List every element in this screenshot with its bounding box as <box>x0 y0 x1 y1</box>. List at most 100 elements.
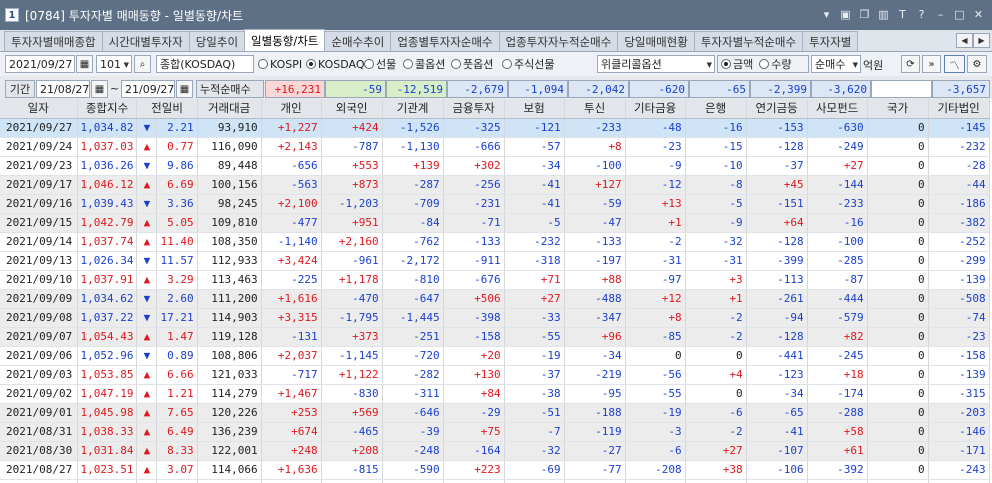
period-to-input[interactable]: 21/09/27 <box>121 80 175 98</box>
column-header[interactable]: 개인 <box>261 99 322 119</box>
tab-item[interactable]: 투자자별누적순매수 <box>693 31 804 51</box>
table-row[interactable]: 2021/09/08 1,037.22 ▼ 17.21 114,903 +3,315 -1,… <box>0 308 990 328</box>
table-row[interactable]: 2021/09/14 1,037.74 ▲ 11.40 108,350 -1,140 +2,… <box>0 232 990 252</box>
market-radio[interactable]: 주식선물 <box>502 55 554 73</box>
column-header[interactable]: 외국인 <box>321 99 383 119</box>
tab-item[interactable]: 당일매매현황 <box>617 31 695 51</box>
market-radio[interactable]: 풋옵션 <box>451 55 493 73</box>
close-icon[interactable]: ✕ <box>971 7 986 22</box>
screen-icon[interactable]: ▣ <box>838 7 853 22</box>
tab-item[interactable]: 투자자별 <box>802 31 859 51</box>
copy-icon[interactable]: ❐ <box>857 7 872 22</box>
column-header[interactable]: 일자 <box>0 99 78 119</box>
column-header[interactable]: 기관계 <box>382 99 444 119</box>
market-radio[interactable]: 선물 <box>364 55 396 73</box>
cell-value: -325 <box>443 118 505 138</box>
column-header[interactable]: 기타법인 <box>928 99 990 119</box>
tab-item[interactable]: 당일추이 <box>188 31 246 51</box>
settings-icon[interactable]: ⚙ <box>967 55 987 73</box>
market-radio[interactable]: KOSDAQ <box>306 55 365 73</box>
table-row[interactable]: 2021/08/31 1,038.33 ▲ 6.49 136,239 +674 -465 -3… <box>0 422 990 442</box>
cell-value: -131 <box>261 327 322 347</box>
cell-value: -508 <box>928 289 990 309</box>
cell-value: -133 <box>564 232 626 252</box>
tab-item[interactable]: 업종투자자누적순매수 <box>498 31 619 51</box>
tab-item[interactable]: 시간대별투자자 <box>101 31 190 51</box>
help-icon[interactable]: ? <box>914 7 929 22</box>
cell-date: 2021/09/03 <box>0 365 78 385</box>
cell-value: -232 <box>504 232 565 252</box>
date-input[interactable]: 2021/09/27 <box>5 55 75 73</box>
tab-prev-icon[interactable]: ◀ <box>956 33 973 48</box>
cum-value: -12,519 <box>386 80 447 98</box>
font-icon[interactable]: T <box>895 7 910 22</box>
down-arrow-icon: ▼ <box>136 346 158 366</box>
column-header[interactable]: 은행 <box>685 99 747 119</box>
cell-value: -347 <box>564 308 626 328</box>
unit-radio[interactable]: 수량 <box>759 56 792 72</box>
table-row[interactable]: 2021/09/24 1,037.03 ▲ 0.77 116,090 +2,143 -787… <box>0 137 990 157</box>
tab-item[interactable]: 일별동향/차트 <box>244 29 326 51</box>
chart-toggle-icon[interactable]: 〽 <box>944 55 965 73</box>
down-arrow-icon: ▼ <box>136 251 158 271</box>
period-from-input[interactable]: 21/08/27 <box>36 80 90 98</box>
tab-bar: 투자자별매매종합 시간대별투자자 당일추이 일별동향/차트 순매수추이 업종별투자자순매수… <box>0 29 992 52</box>
column-header[interactable]: 보험 <box>504 99 565 119</box>
cell-value: -10 <box>685 156 747 176</box>
market-radio[interactable]: 콜옵션 <box>403 55 445 73</box>
menu-down-icon[interactable]: ▾ <box>819 7 834 22</box>
table-row[interactable]: 2021/09/09 1,034.62 ▼ 2.60 111,200 +1,616 -470… <box>0 289 990 309</box>
cell-change: 2.66 <box>156 479 198 483</box>
table-row[interactable]: 2021/08/27 1,023.51 ▲ 3.07 114,066 +1,636 -815… <box>0 460 990 480</box>
cell-value: 0 <box>625 346 686 366</box>
table-row[interactable]: 2021/08/261,020.44▲2.66111,801+1,505-1,1… <box>0 479 990 483</box>
calendar-icon[interactable]: ▦ <box>76 55 93 73</box>
market-radio[interactable]: KOSPI <box>258 55 302 73</box>
tab-item[interactable]: 순매수추이 <box>324 31 392 51</box>
next-page-icon[interactable]: » <box>922 55 941 73</box>
table-row[interactable]: 2021/09/27 1,034.82 ▼ 2.21 93,910 +1,227 +424-… <box>0 118 990 138</box>
radio-icon <box>258 59 268 69</box>
table-row[interactable]: 2021/09/15 1,042.79 ▲ 5.05 109,810 -477 +951 -8… <box>0 213 990 233</box>
minimize-icon[interactable]: – <box>933 7 948 22</box>
unit-radio[interactable]: 금액 <box>721 56 753 72</box>
cell-value: -256 <box>443 175 505 195</box>
column-header[interactable]: 금융투자 <box>443 99 505 119</box>
refresh-icon[interactable]: ⟳ <box>901 55 920 73</box>
column-header[interactable]: 투신 <box>564 99 626 119</box>
table-row[interactable]: 2021/09/03 1,053.85 ▲ 6.66 121,033 -717 +1,122… <box>0 365 990 385</box>
tab-item[interactable]: 투자자별매매종합 <box>4 31 103 51</box>
column-header[interactable]: 거래대금 <box>197 99 262 119</box>
tab-next-icon[interactable]: ▶ <box>973 33 990 48</box>
column-header[interactable]: 종합지수 <box>77 99 138 119</box>
table-row[interactable]: 2021/09/17 1,046.12 ▲ 6.69 100,156 -563 +873 -2… <box>0 175 990 195</box>
cell-value: -11 <box>685 479 747 483</box>
market-code-select[interactable]: 101 ▼ <box>96 55 132 73</box>
search-icon[interactable]: ⌕ <box>134 55 151 73</box>
calendar-from-icon[interactable]: ▦ <box>91 80 108 98</box>
cum-value: -59 <box>325 80 386 98</box>
table-row[interactable]: 2021/09/23 1,036.26 ▼ 9.86 89,448 -656 +553 +13… <box>0 156 990 176</box>
table-row[interactable]: 2021/09/07 1,054.43 ▲ 1.47 119,128 -131 +373 -2… <box>0 327 990 347</box>
tab-item[interactable]: 업종별투자자순매수 <box>390 31 500 51</box>
column-header[interactable]: 사모펀드 <box>807 99 868 119</box>
calendar-to-icon[interactable]: ▦ <box>176 80 193 98</box>
table-row[interactable]: 2021/08/30 1,031.84 ▲ 8.33 122,001 +248 +208 -2… <box>0 441 990 461</box>
table-row[interactable]: 2021/09/01 1,045.98 ▲ 7.65 120,226 +253 +569 -6… <box>0 403 990 423</box>
column-header[interactable]: 연기금등 <box>746 99 808 119</box>
cell-value: -158 <box>928 346 990 366</box>
chart-icon[interactable]: ▥ <box>876 7 891 22</box>
column-header[interactable]: 전일비 <box>136 99 198 119</box>
column-header[interactable]: 기타금융 <box>625 99 686 119</box>
table-row[interactable]: 2021/09/06 1,052.96 ▼ 0.89 108,806 +2,037 -1,1… <box>0 346 990 366</box>
table-row[interactable]: 2021/09/02 1,047.19 ▲ 1.21 114,279 +1,467 -830… <box>0 384 990 404</box>
up-arrow-icon: ▲ <box>136 327 158 347</box>
table-row[interactable]: 2021/09/13 1,026.34 ▼ 11.57 112,933 +3,424 -96… <box>0 251 990 271</box>
table-row[interactable]: 2021/09/10 1,037.91 ▲ 3.29 113,463 -225 +1,178… <box>0 270 990 290</box>
option-select[interactable]: 위클리콜옵션 ▼ <box>597 55 715 73</box>
maximize-icon[interactable]: □ <box>952 7 967 22</box>
column-header[interactable]: 국가 <box>867 99 929 119</box>
cell-value: -830 <box>321 384 383 404</box>
kind-select[interactable]: 순매수 ▼ <box>811 55 861 73</box>
table-row[interactable]: 2021/09/16 1,039.43 ▼ 3.36 98,245 +2,100 -1,20… <box>0 194 990 214</box>
